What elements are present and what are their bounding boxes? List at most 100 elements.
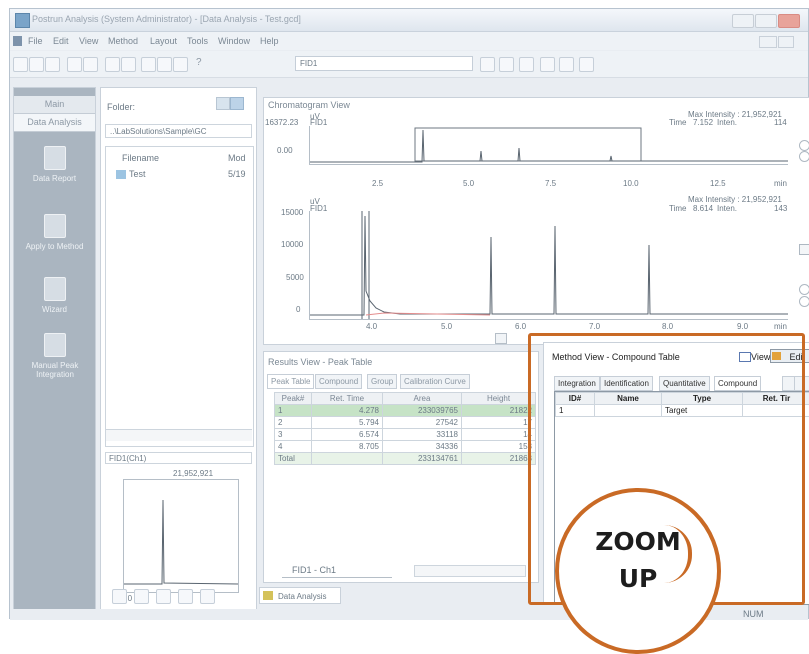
layout-b-icon[interactable]: [121, 57, 136, 72]
tab-integration[interactable]: Integration: [554, 376, 600, 391]
sidebar-item-data-report[interactable]: Data Report: [14, 146, 95, 183]
table-row[interactable]: 1 Target: [556, 405, 809, 417]
cell[interactable]: Target: [662, 405, 743, 417]
explorer-tab-a-icon[interactable]: [112, 589, 127, 604]
menu-bar: File Edit View Method Layout Tools Windo…: [10, 32, 808, 50]
table-row[interactable]: 2 5.794 27542 17: [275, 417, 536, 429]
menu-file[interactable]: File: [28, 36, 43, 46]
sidebar-tab-main[interactable]: Main: [14, 96, 95, 114]
menu-edit[interactable]: Edit: [53, 36, 69, 46]
menu-layout[interactable]: Layout: [150, 36, 177, 46]
explorer-tab-c-icon[interactable]: [156, 589, 171, 604]
mdi-restore-button[interactable]: [778, 36, 794, 48]
folder-view-icon[interactable]: [230, 97, 244, 110]
preview-icon[interactable]: [83, 57, 98, 72]
menu-method[interactable]: Method: [108, 36, 138, 46]
copy-icon[interactable]: [45, 57, 60, 72]
preview-trace: [124, 480, 238, 592]
undo-icon[interactable]: [480, 57, 495, 72]
col-area[interactable]: Area: [383, 393, 462, 405]
cell: 2: [275, 417, 312, 429]
folder-up-icon[interactable]: [216, 97, 230, 110]
tab-calibration-curve[interactable]: Calibration Curve: [400, 374, 470, 389]
open-icon[interactable]: [13, 57, 28, 72]
save-icon[interactable]: [29, 57, 44, 72]
mdi-minimize-button[interactable]: [759, 36, 777, 48]
layout-a-icon[interactable]: [105, 57, 120, 72]
sheet-tab[interactable]: FID1 - Ch1: [282, 564, 392, 578]
table-row-total[interactable]: Total 233134761 21863: [275, 453, 536, 465]
layout-e-icon[interactable]: [173, 57, 188, 72]
top-xtick-2: 7.5: [545, 179, 556, 188]
folder-path-select[interactable]: ..\LabSolutions\Sample\GC: [105, 124, 252, 138]
report-icon: [44, 146, 66, 170]
tab-compound[interactable]: Compound: [315, 374, 362, 389]
layout-c-icon[interactable]: [141, 57, 156, 72]
chromatogram-vscroll[interactable]: [799, 244, 809, 255]
menu-view[interactable]: View: [79, 36, 98, 46]
detail-zoom-in-icon[interactable]: [799, 284, 809, 295]
cell[interactable]: [595, 405, 662, 417]
bottom-xtick-2: 6.0: [515, 322, 526, 331]
col-type[interactable]: Type: [662, 393, 743, 405]
print-icon[interactable]: [67, 57, 82, 72]
explorer-tab-b-icon[interactable]: [134, 589, 149, 604]
table-row[interactable]: 1 4.278 233039765 21822: [275, 405, 536, 417]
zoom-in-icon[interactable]: [799, 140, 809, 151]
menu-window[interactable]: Window: [218, 36, 250, 46]
file-list-scrollbar[interactable]: [106, 429, 252, 441]
help-icon[interactable]: ?: [196, 57, 209, 70]
sidebar-item-wizard[interactable]: Wizard: [14, 277, 95, 314]
tab-quantitative[interactable]: Quantitative: [659, 376, 710, 391]
column-filename[interactable]: Filename: [122, 153, 159, 163]
cell: 1: [556, 405, 595, 417]
view-button[interactable]: View: [751, 352, 770, 362]
tool-a-icon[interactable]: [499, 57, 514, 72]
detail-plot[interactable]: [309, 211, 788, 320]
preview-channel-select[interactable]: FID1(Ch1): [105, 452, 252, 464]
tab-identification[interactable]: Identification: [600, 376, 653, 391]
col-id[interactable]: ID#: [556, 393, 595, 405]
channel-select[interactable]: FID1: [295, 56, 473, 71]
tab-peak-table[interactable]: Peak Table: [267, 374, 314, 389]
tool-b-icon[interactable]: [519, 57, 534, 72]
menu-help[interactable]: Help: [260, 36, 279, 46]
minimize-button[interactable]: [732, 14, 754, 28]
tab-group[interactable]: Group: [367, 374, 397, 389]
explorer-tab-e-icon[interactable]: [200, 589, 215, 604]
tab-scroll-right[interactable]: [794, 376, 809, 391]
sidebar-item-apply-to-method[interactable]: Apply to Method: [14, 214, 95, 251]
zoom-label-line2: UP: [555, 564, 721, 593]
col-ret-time[interactable]: Ret. Time: [312, 393, 383, 405]
close-button[interactable]: [778, 14, 800, 28]
bottom-ytick-2: 5000: [286, 273, 304, 282]
tool-e-icon[interactable]: [579, 57, 594, 72]
zoom-out-icon[interactable]: [799, 151, 809, 162]
bottom-max-intensity: Max Intensity : 21,952,921: [688, 195, 782, 204]
top-xtick-3: 10.0: [623, 179, 639, 188]
col-name[interactable]: Name: [595, 393, 662, 405]
bottom-xunit: min: [774, 322, 787, 331]
col-peak[interactable]: Peak#: [275, 393, 312, 405]
column-mod[interactable]: Mod: [228, 153, 246, 163]
chromatogram-scroll-thumb[interactable]: [495, 333, 507, 344]
tool-d-icon[interactable]: [559, 57, 574, 72]
detail-zoom-out-icon[interactable]: [799, 296, 809, 307]
sidebar-item-manual-peak-integration[interactable]: Manual Peak Integration: [16, 333, 94, 379]
table-row[interactable]: 3 6.574 33118 14: [275, 429, 536, 441]
cell[interactable]: [743, 405, 809, 417]
tab-compound-active[interactable]: Compound: [714, 376, 761, 391]
menu-tools[interactable]: Tools: [187, 36, 208, 46]
table-row[interactable]: 4 8.705 34336 153: [275, 441, 536, 453]
tool-c-icon[interactable]: [540, 57, 555, 72]
results-hscroll[interactable]: [414, 565, 526, 577]
col-height[interactable]: Height: [462, 393, 536, 405]
layout-d-icon[interactable]: [157, 57, 172, 72]
overview-plot[interactable]: [309, 126, 788, 165]
sidebar-tab-data-analysis[interactable]: Data Analysis: [14, 114, 95, 132]
file-name[interactable]: Test: [129, 169, 146, 179]
maximize-button[interactable]: [755, 14, 777, 28]
cell: 33118: [383, 429, 462, 441]
col-ret-time[interactable]: Ret. Tir: [743, 393, 809, 405]
explorer-tab-d-icon[interactable]: [178, 589, 193, 604]
